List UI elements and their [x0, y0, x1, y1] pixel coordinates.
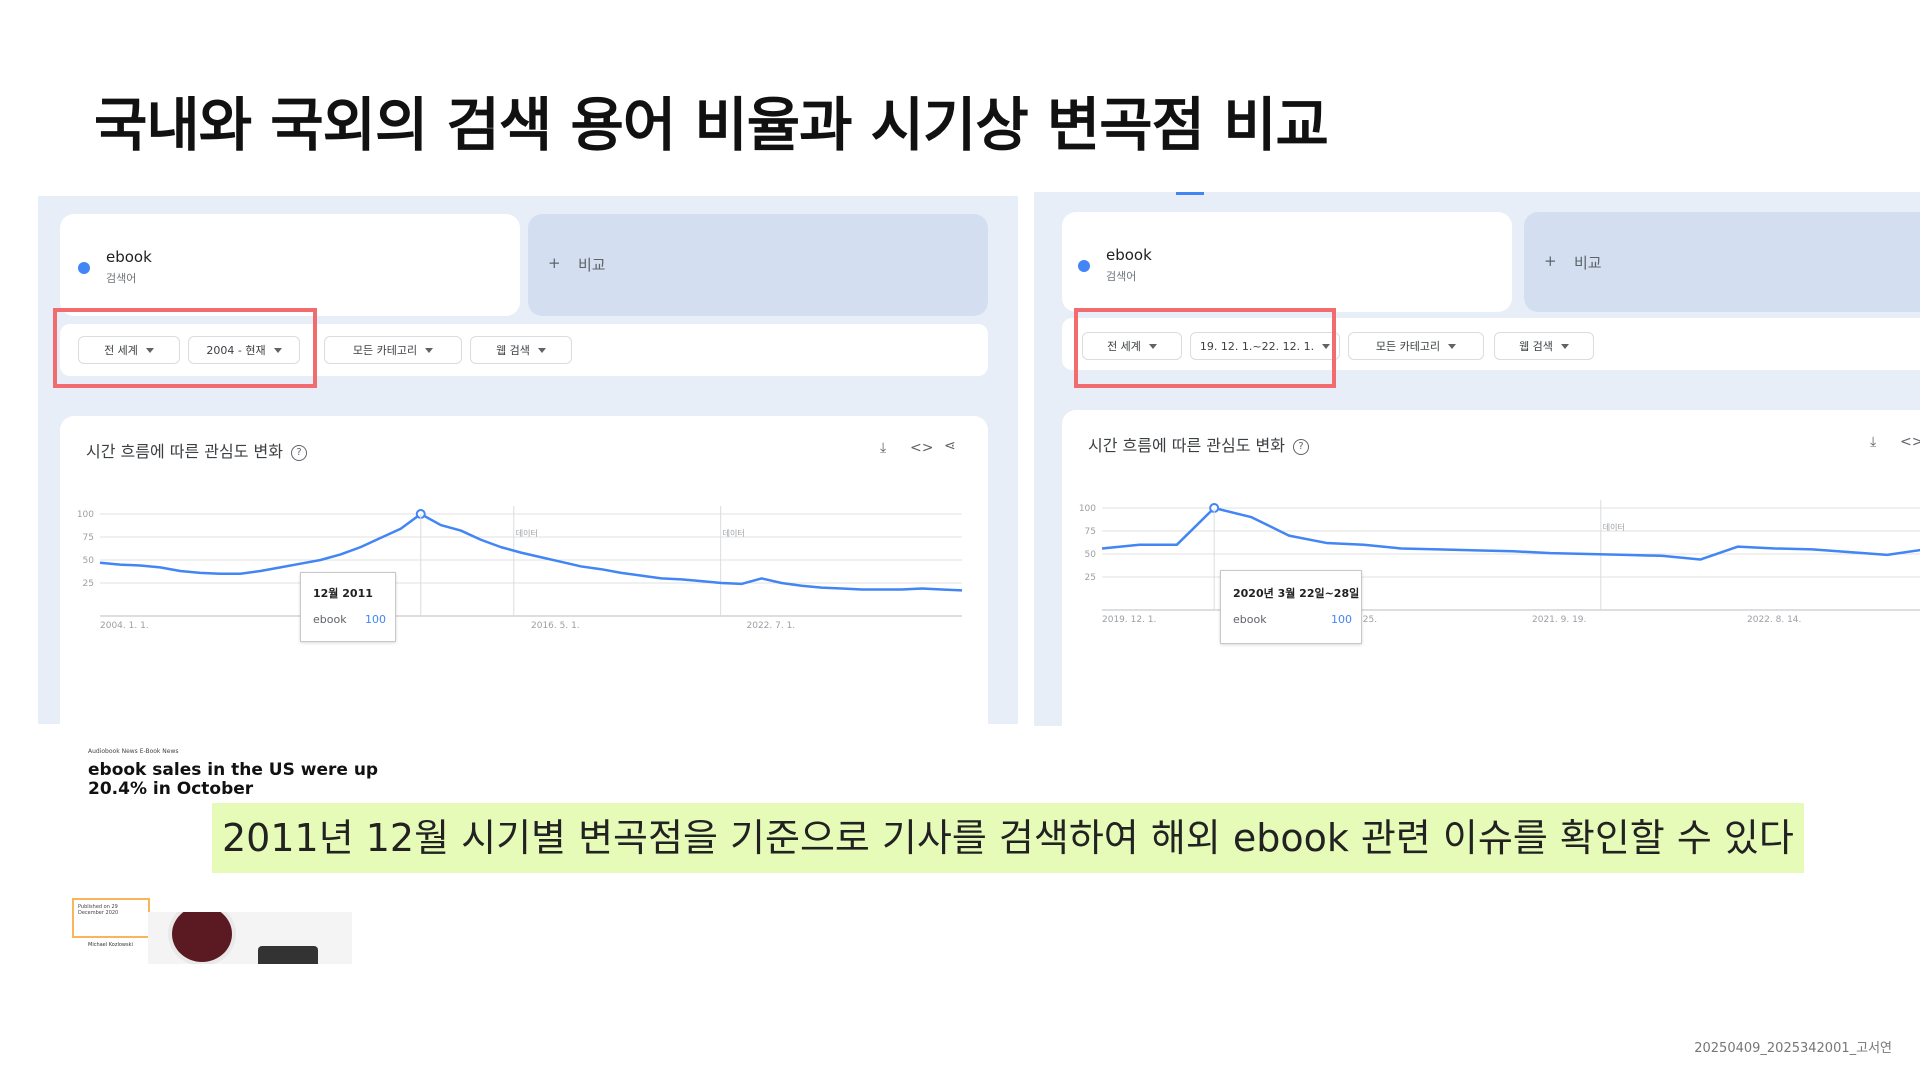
tooltip-date: 2020년 3월 22일~28일: [1233, 587, 1360, 600]
compare-label: 비교: [578, 256, 606, 274]
left-compare-button[interactable]: + 비교: [528, 214, 988, 316]
plus-icon: +: [548, 254, 561, 272]
right-chart-tooltip: 2020년 3월 22일~28일 ebook 100: [1220, 570, 1362, 644]
y-tick-label: 25: [1085, 573, 1096, 583]
news-category: Audiobook News E-Book News: [88, 748, 179, 755]
left-interest-chart: 1007550252004. 1. 1.2010. 3. 1.2016. 5. …: [77, 506, 963, 631]
tooltip-value: 100: [365, 613, 386, 626]
x-tick-label: 2004. 1. 1.: [100, 621, 149, 631]
y-tick-label: 75: [83, 533, 94, 543]
left-chart-card: 시간 흐름에 따른 관심도 변화? ⤓ <> ⋖ 100 75 50 25 2004. …: [60, 416, 988, 724]
news-headline: ebook sales in the US were up 20.4% in O…: [88, 760, 379, 799]
y-tick-label: 100: [1079, 504, 1096, 514]
x-tick-label: 2022. 7. 1.: [747, 621, 796, 631]
left-filter-highlight-box: [53, 308, 317, 388]
tooltip-term: ebook: [1233, 613, 1267, 626]
y-tick-label: 50: [1085, 550, 1097, 560]
compare-label: 비교: [1574, 254, 1602, 272]
search-type-filter[interactable]: 웹 검색: [470, 336, 572, 364]
series-color-dot: [78, 262, 90, 274]
byline-box: Published on 29 December 2020: [72, 898, 150, 938]
series-line-ebook: [1101, 506, 1920, 561]
tooltip-term: ebook: [313, 613, 347, 626]
search-term: ebook: [1106, 246, 1152, 264]
tab-indicator: [1176, 192, 1204, 195]
category-filter[interactable]: 모든 카테고리: [324, 336, 462, 364]
right-interest-chart: 1007550252019. 12. 1.2020. 10. 25.2021. …: [1079, 500, 1920, 625]
left-search-term-card[interactable]: ebook 검색어: [60, 214, 520, 316]
x-tick-label: 2019. 12. 1.: [1102, 615, 1156, 625]
note-mark: 데이터: [1603, 522, 1625, 532]
ereader-image: [258, 946, 318, 964]
tooltip-date: 12월 2011: [313, 587, 373, 600]
tooltip-value: 100: [1331, 613, 1352, 626]
byline-author: Michael Kozlowski: [88, 942, 133, 948]
x-tick-label: 2021. 9. 19.: [1532, 615, 1586, 625]
news-article-snippet[interactable]: Audiobook News E-Book News ebook sales i…: [88, 748, 438, 810]
right-compare-button[interactable]: + 비교: [1524, 212, 1920, 312]
plus-icon: +: [1544, 252, 1557, 270]
chevron-down-icon: [425, 347, 434, 353]
caption-highlight: 2011년 12월 시기별 변곡점을 기준으로 기사를 검색하여 해외 eboo…: [212, 803, 1804, 873]
right-filter-highlight-box: [1074, 308, 1336, 388]
search-term-sub: 검색어: [1106, 270, 1137, 283]
search-type-filter[interactable]: 웹 검색: [1494, 332, 1594, 360]
news-byline-thumbnail: Published on 29 December 2020 Michael Ko…: [72, 898, 352, 964]
y-tick-label: 75: [1085, 527, 1096, 537]
x-tick-label: 2022. 8. 14.: [1747, 615, 1801, 625]
chevron-down-icon: [537, 347, 546, 353]
footer-id: 20250409_2025342001_고서연: [1694, 1041, 1892, 1056]
y-tick-label: 25: [83, 579, 94, 589]
series-color-dot: [1078, 260, 1090, 272]
bowl-image: [168, 912, 236, 964]
right-chart-card: 시간 흐름에 따른 관심도 변화? ⤓ <> 100 75 50 25 2019. 12…: [1062, 410, 1920, 726]
chevron-down-icon: [1560, 343, 1569, 349]
right-search-term-card[interactable]: ebook 검색어: [1062, 212, 1512, 312]
article-image: [148, 912, 352, 964]
note-mark: 데이터: [516, 528, 538, 538]
y-tick-label: 50: [83, 556, 95, 566]
search-term: ebook: [106, 248, 152, 266]
y-tick-label: 100: [77, 510, 94, 520]
left-chart-tooltip: 12월 2011 ebook 100: [300, 572, 396, 642]
category-filter[interactable]: 모든 카테고리: [1348, 332, 1484, 360]
series-line-ebook: [99, 512, 963, 592]
x-tick-label: 2016. 5. 1.: [531, 621, 580, 631]
note-mark: 데이터: [723, 528, 745, 538]
right-trends-panel: ebook 검색어 + 비교 전 세계 19. 12. 1.~22. 12. 1…: [1034, 192, 1920, 726]
left-trends-panel: ebook 검색어 + 비교 전 세계 2004 - 현재 모든 카테고리 웹 …: [38, 196, 1018, 724]
search-term-sub: 검색어: [106, 272, 137, 285]
chevron-down-icon: [1448, 343, 1457, 349]
slide-title: 국내와 국외의 검색 용어 비율과 시기상 변곡점 비교: [94, 91, 1329, 159]
byline-date: Published on 29 December 2020: [78, 904, 119, 916]
